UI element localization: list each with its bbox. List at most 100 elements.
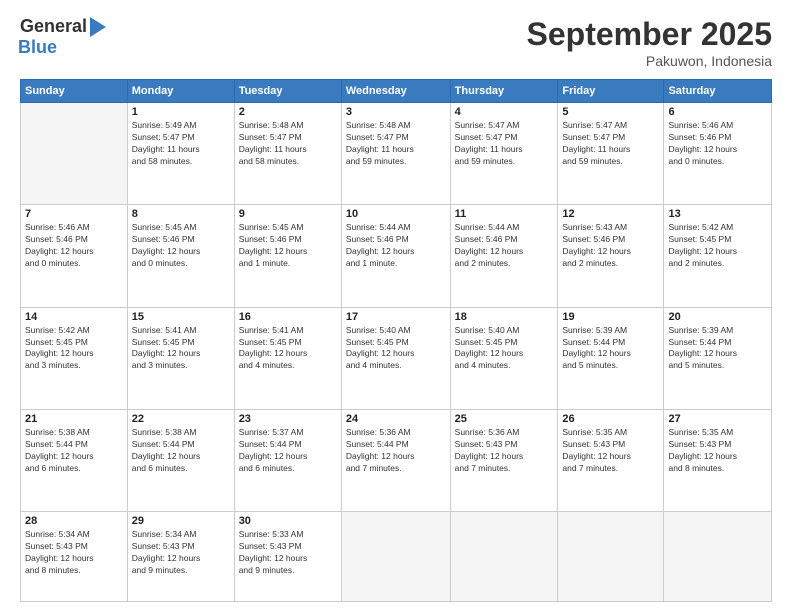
day-number: 10 (346, 208, 446, 220)
day-cell: 29Sunrise: 5:34 AM Sunset: 5:43 PM Dayli… (127, 512, 234, 602)
day-cell: 25 Sunrise: 5:36 AM Sunset: 5:43 PM Dayli… (450, 410, 558, 512)
day-info: Sunrise: 5:49 AM Sunset: 5:47 PM Dayligh… (132, 120, 230, 168)
day-number: 24 (346, 413, 446, 425)
day-cell (450, 512, 558, 602)
day-cell: 26 Sunrise: 5:35 AM Sunset: 5:43 PM Dayli… (558, 410, 664, 512)
day-cell: 17Sunrise: 5:40 AM Sunset: 5:45 PM Dayli… (341, 307, 450, 409)
col-tuesday: Tuesday (234, 80, 341, 103)
col-wednesday: Wednesday (341, 80, 450, 103)
day-number: 15 (132, 311, 230, 323)
day-cell (664, 512, 772, 602)
day-info: Sunrise: 5:38 AM Sunset: 5:44 PM Dayligh… (25, 427, 123, 475)
day-info: Sunrise: 5:41 AM Sunset: 5:45 PM Dayligh… (239, 325, 337, 373)
col-friday: Friday (558, 80, 664, 103)
day-cell: 9 Sunrise: 5:45 AM Sunset: 5:46 PM Daylig… (234, 205, 341, 307)
title-block: September 2025 Pakuwon, Indonesia (527, 16, 772, 69)
day-number: 25 (455, 413, 554, 425)
day-info: Sunrise: 5:46 AM Sunset: 5:46 PM Dayligh… (668, 120, 767, 168)
day-cell: 21Sunrise: 5:38 AM Sunset: 5:44 PM Dayli… (21, 410, 128, 512)
day-cell: 18Sunrise: 5:40 AM Sunset: 5:45 PM Dayli… (450, 307, 558, 409)
day-cell: 19 Sunrise: 5:39 AM Sunset: 5:44 PM Dayli… (558, 307, 664, 409)
day-cell: 15 Sunrise: 5:41 AM Sunset: 5:45 PM Dayli… (127, 307, 234, 409)
header: General Blue September 2025 Pakuwon, Ind… (20, 16, 772, 69)
day-info: Sunrise: 5:45 AM Sunset: 5:46 PM Dayligh… (239, 222, 337, 270)
page: General Blue September 2025 Pakuwon, Ind… (0, 0, 792, 612)
day-cell: 10 Sunrise: 5:44 AM Sunset: 5:46 PM Dayli… (341, 205, 450, 307)
day-info: Sunrise: 5:46 AM Sunset: 5:46 PM Dayligh… (25, 222, 123, 270)
col-monday: Monday (127, 80, 234, 103)
logo-blue-text: Blue (18, 37, 57, 58)
day-info: Sunrise: 5:39 AM Sunset: 5:44 PM Dayligh… (668, 325, 767, 373)
day-info: Sunrise: 5:40 AM Sunset: 5:45 PM Dayligh… (455, 325, 554, 373)
day-number: 27 (668, 413, 767, 425)
day-cell: 4 Sunrise: 5:47 AM Sunset: 5:47 PM Daylig… (450, 103, 558, 205)
day-info: Sunrise: 5:48 AM Sunset: 5:47 PM Dayligh… (239, 120, 337, 168)
day-number: 1 (132, 106, 230, 118)
logo-arrow-icon (90, 17, 106, 37)
day-cell: 22Sunrise: 5:38 AM Sunset: 5:44 PM Dayli… (127, 410, 234, 512)
logo-general-text: General (20, 16, 87, 37)
day-info: Sunrise: 5:41 AM Sunset: 5:45 PM Dayligh… (132, 325, 230, 373)
day-info: Sunrise: 5:48 AM Sunset: 5:47 PM Dayligh… (346, 120, 446, 168)
day-cell: 24 Sunrise: 5:36 AM Sunset: 5:44 PM Dayli… (341, 410, 450, 512)
week-row-2: 7 Sunrise: 5:46 AM Sunset: 5:46 PM Daylig… (21, 205, 772, 307)
calendar-table: Sunday Monday Tuesday Wednesday Thursday… (20, 79, 772, 602)
header-row: Sunday Monday Tuesday Wednesday Thursday… (21, 80, 772, 103)
day-info: Sunrise: 5:47 AM Sunset: 5:47 PM Dayligh… (455, 120, 554, 168)
day-cell: 30 Sunrise: 5:33 AM Sunset: 5:43 PM Dayli… (234, 512, 341, 602)
day-info: Sunrise: 5:39 AM Sunset: 5:44 PM Dayligh… (562, 325, 659, 373)
day-info: Sunrise: 5:35 AM Sunset: 5:43 PM Dayligh… (668, 427, 767, 475)
day-cell: 6 Sunrise: 5:46 AM Sunset: 5:46 PM Daylig… (664, 103, 772, 205)
day-number: 30 (239, 515, 337, 527)
day-cell (558, 512, 664, 602)
day-info: Sunrise: 5:34 AM Sunset: 5:43 PM Dayligh… (25, 529, 123, 577)
day-cell: 7 Sunrise: 5:46 AM Sunset: 5:46 PM Daylig… (21, 205, 128, 307)
calendar-location: Pakuwon, Indonesia (527, 53, 772, 69)
col-sunday: Sunday (21, 80, 128, 103)
day-number: 9 (239, 208, 337, 220)
day-cell: 8 Sunrise: 5:45 AM Sunset: 5:46 PM Daylig… (127, 205, 234, 307)
day-cell: 23 Sunrise: 5:37 AM Sunset: 5:44 PM Dayli… (234, 410, 341, 512)
day-number: 6 (668, 106, 767, 118)
day-cell (341, 512, 450, 602)
day-info: Sunrise: 5:36 AM Sunset: 5:43 PM Dayligh… (455, 427, 554, 475)
day-number: 3 (346, 106, 446, 118)
day-info: Sunrise: 5:37 AM Sunset: 5:44 PM Dayligh… (239, 427, 337, 475)
day-number: 28 (25, 515, 123, 527)
day-cell: 12Sunrise: 5:43 AM Sunset: 5:46 PM Dayli… (558, 205, 664, 307)
week-row-1: 1 Sunrise: 5:49 AM Sunset: 5:47 PM Daylig… (21, 103, 772, 205)
day-number: 16 (239, 311, 337, 323)
day-cell: 2 Sunrise: 5:48 AM Sunset: 5:47 PM Daylig… (234, 103, 341, 205)
day-cell: 27 Sunrise: 5:35 AM Sunset: 5:43 PM Dayli… (664, 410, 772, 512)
day-number: 13 (668, 208, 767, 220)
day-info: Sunrise: 5:47 AM Sunset: 5:47 PM Dayligh… (562, 120, 659, 168)
day-number: 23 (239, 413, 337, 425)
day-info: Sunrise: 5:42 AM Sunset: 5:45 PM Dayligh… (668, 222, 767, 270)
day-number: 26 (562, 413, 659, 425)
day-info: Sunrise: 5:38 AM Sunset: 5:44 PM Dayligh… (132, 427, 230, 475)
day-info: Sunrise: 5:43 AM Sunset: 5:46 PM Dayligh… (562, 222, 659, 270)
day-info: Sunrise: 5:36 AM Sunset: 5:44 PM Dayligh… (346, 427, 446, 475)
day-number: 5 (562, 106, 659, 118)
day-cell: 28 Sunrise: 5:34 AM Sunset: 5:43 PM Dayli… (21, 512, 128, 602)
day-info: Sunrise: 5:40 AM Sunset: 5:45 PM Dayligh… (346, 325, 446, 373)
day-info: Sunrise: 5:44 AM Sunset: 5:46 PM Dayligh… (455, 222, 554, 270)
day-cell: 14Sunrise: 5:42 AM Sunset: 5:45 PM Dayli… (21, 307, 128, 409)
day-info: Sunrise: 5:35 AM Sunset: 5:43 PM Dayligh… (562, 427, 659, 475)
day-number: 2 (239, 106, 337, 118)
week-row-4: 21Sunrise: 5:38 AM Sunset: 5:44 PM Dayli… (21, 410, 772, 512)
day-info: Sunrise: 5:33 AM Sunset: 5:43 PM Dayligh… (239, 529, 337, 577)
day-number: 19 (562, 311, 659, 323)
day-number: 7 (25, 208, 123, 220)
day-cell: 3 Sunrise: 5:48 AM Sunset: 5:47 PM Daylig… (341, 103, 450, 205)
day-cell (21, 103, 128, 205)
day-info: Sunrise: 5:44 AM Sunset: 5:46 PM Dayligh… (346, 222, 446, 270)
day-cell: 1 Sunrise: 5:49 AM Sunset: 5:47 PM Daylig… (127, 103, 234, 205)
calendar-title: September 2025 (527, 16, 772, 53)
day-number: 8 (132, 208, 230, 220)
col-saturday: Saturday (664, 80, 772, 103)
week-row-3: 14Sunrise: 5:42 AM Sunset: 5:45 PM Dayli… (21, 307, 772, 409)
logo: General Blue (20, 16, 106, 58)
day-number: 4 (455, 106, 554, 118)
day-info: Sunrise: 5:45 AM Sunset: 5:46 PM Dayligh… (132, 222, 230, 270)
